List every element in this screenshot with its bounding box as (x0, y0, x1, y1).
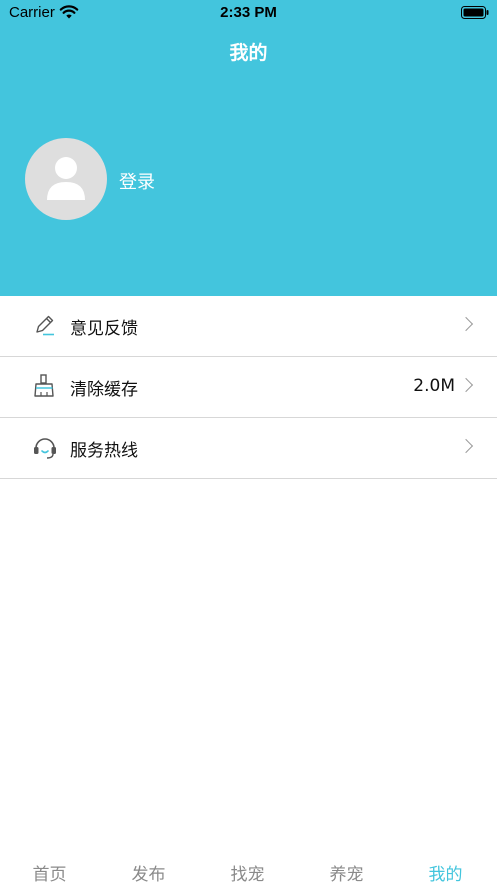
broom-icon (34, 374, 54, 397)
settings-menu: 意见反馈 清除缓存 2.0M 服务热线 (0, 296, 497, 479)
menu-item-label: 清除缓存 (70, 380, 138, 400)
menu-item-clear-cache[interactable]: 清除缓存 2.0M (0, 357, 497, 418)
page-title: 我的 (229, 42, 268, 64)
chevron-right-icon (458, 316, 474, 332)
login-link[interactable]: 登录 (119, 168, 155, 194)
menu-item-service-hotline[interactable]: 服务热线 (0, 418, 497, 479)
chevron-right-icon (458, 438, 474, 454)
tab-mine[interactable]: 我的 (396, 860, 495, 885)
tab-raise-pet[interactable]: 养宠 (297, 860, 396, 885)
tab-bar: 首页 发布 找宠 养宠 我的 (0, 848, 497, 885)
chevron-right-icon (458, 377, 474, 393)
menu-item-feedback[interactable]: 意见反馈 (0, 296, 497, 357)
tab-home[interactable]: 首页 (0, 860, 99, 885)
profile-header: Carrier 2:33 PM 我的 登录 (0, 0, 497, 296)
avatar[interactable] (25, 138, 107, 220)
battery-icon (461, 6, 489, 19)
headset-icon (34, 438, 56, 459)
status-time: 2:33 PM (220, 4, 277, 21)
cache-size-value: 2.0M (413, 376, 455, 396)
menu-item-label: 意见反馈 (70, 319, 138, 339)
status-bar: Carrier 2:33 PM (0, 0, 497, 26)
pencil-icon (36, 315, 54, 336)
tab-find-pet[interactable]: 找宠 (198, 860, 297, 885)
user-silhouette-icon (47, 157, 85, 200)
tab-publish[interactable]: 发布 (99, 860, 198, 885)
menu-item-label: 服务热线 (70, 441, 138, 461)
